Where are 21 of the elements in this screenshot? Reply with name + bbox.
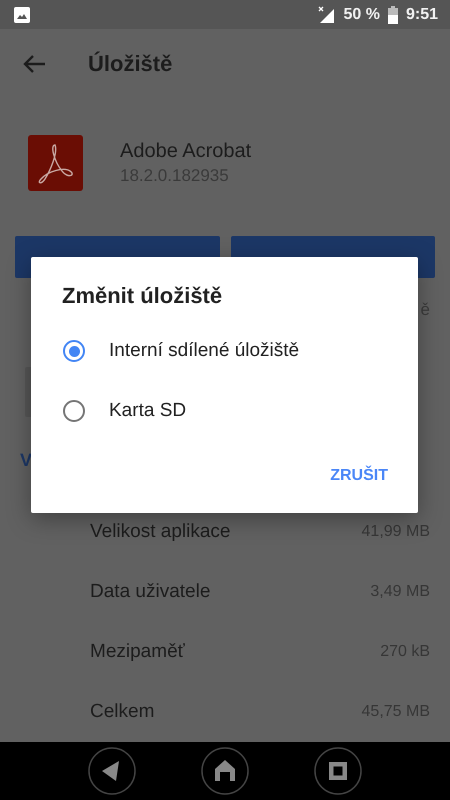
screen-title: Úložiště	[88, 50, 172, 77]
image-icon	[14, 6, 30, 23]
clock-time: 9:51	[406, 6, 438, 24]
dialog-title: Změnit úložiště	[62, 283, 224, 309]
radio-button[interactable]	[63, 400, 85, 422]
signal-icon	[318, 6, 336, 24]
option-label[interactable]: Interní sdílené úložiště	[109, 340, 300, 362]
battery-percent: 50 %	[344, 6, 380, 24]
home-icon[interactable]	[198, 744, 251, 797]
app-name: Adobe Acrobat	[120, 140, 252, 163]
radio-button[interactable]	[63, 340, 85, 362]
storage-label: Velikost aplikace	[90, 520, 230, 543]
battery-icon	[388, 6, 398, 24]
storage-label: Celkem	[90, 700, 154, 723]
recents-icon[interactable]	[312, 744, 364, 797]
back-icon[interactable]	[22, 54, 46, 74]
option-label[interactable]: Karta SD	[109, 400, 186, 422]
back-icon[interactable]	[86, 744, 138, 797]
app-icon	[28, 134, 83, 191]
storage-label: Data uživatele	[90, 580, 210, 603]
storage-label: Mezipaměť	[90, 640, 185, 663]
